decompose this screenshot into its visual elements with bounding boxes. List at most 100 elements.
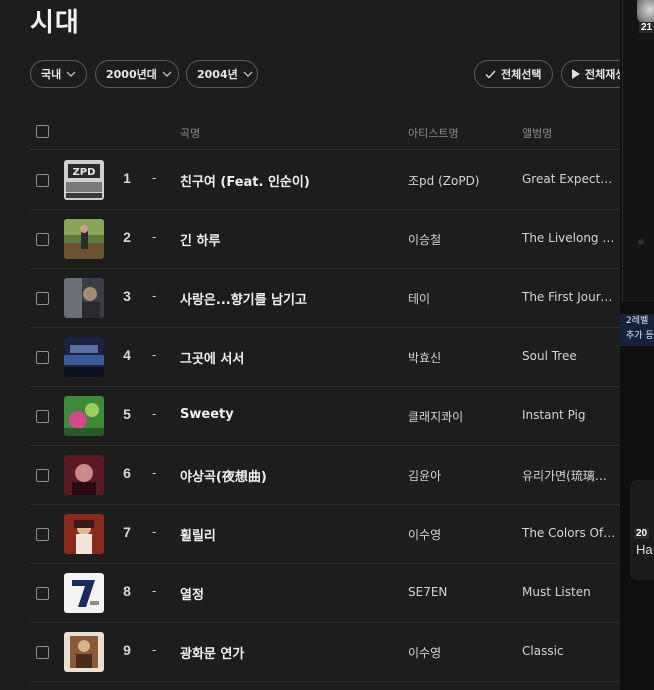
album-name[interactable]: Classic: [522, 644, 616, 658]
row-checkbox[interactable]: [36, 646, 49, 659]
artist-name[interactable]: SE7EN: [408, 585, 518, 599]
album-name[interactable]: Great Expectations: [522, 172, 616, 186]
rank-change: -: [152, 524, 157, 539]
album-name[interactable]: Soul Tree: [522, 349, 616, 363]
table-row[interactable]: 7 - 휠릴리 이수영 The Colors Of Life: [30, 505, 620, 564]
chevron-down-icon: [162, 71, 172, 77]
artist-name[interactable]: 박효신: [408, 349, 518, 366]
play-all-label: 전체재생: [585, 68, 620, 81]
row-checkbox[interactable]: [36, 233, 49, 246]
album-cover[interactable]: [64, 455, 104, 495]
level-badge: 21: [639, 22, 654, 33]
artist-name[interactable]: 테이: [408, 290, 518, 307]
album-name[interactable]: Instant Pig: [522, 408, 616, 422]
table-row[interactable]: ZPD 1 - 친구여 (Feat. 인순이) 조pd (ZoPD) Great…: [30, 151, 620, 210]
row-checkbox[interactable]: [36, 469, 49, 482]
promo-banner[interactable]: 2레벨 추가 등: [620, 314, 654, 346]
song-title[interactable]: 광화문 연가: [180, 643, 400, 662]
select-all-button[interactable]: 전체선택: [474, 60, 553, 88]
side-card-top[interactable]: 21: [622, 0, 654, 302]
artist-name[interactable]: 이수영: [408, 526, 518, 543]
rank-change: -: [152, 288, 157, 303]
album-name[interactable]: Must Listen: [522, 585, 616, 599]
rank-number: 6: [123, 465, 131, 481]
header-song: 곡명: [180, 127, 201, 140]
year-filter-label: 2004년: [197, 68, 238, 81]
artist-name[interactable]: 클래지콰이: [408, 408, 518, 425]
rank-change: -: [152, 170, 157, 185]
artist-name[interactable]: 김윤아: [408, 467, 518, 484]
song-title[interactable]: 야상곡(夜想曲): [180, 466, 400, 485]
table-row[interactable]: 4 - 그곳에 서서 박효신 Soul Tree: [30, 328, 620, 387]
album-name[interactable]: 유리가면(琉璃假面): [522, 467, 616, 484]
rank-change: -: [152, 583, 157, 598]
row-checkbox[interactable]: [36, 292, 49, 305]
song-title[interactable]: 휠릴리: [180, 525, 400, 544]
avatar: [637, 0, 654, 24]
row-checkbox[interactable]: [36, 351, 49, 364]
album-cover[interactable]: [64, 278, 104, 318]
table-row[interactable]: 3 - 사랑은...향기를 남기고 테이 The First Journey: [30, 269, 620, 328]
table-header: 곡명 아티스트명 앨범명: [30, 116, 620, 150]
chevron-down-icon: [66, 71, 76, 77]
rank-number: 8: [123, 583, 131, 599]
album-cover[interactable]: [64, 573, 104, 613]
region-filter[interactable]: 국내: [30, 60, 87, 88]
header-album: 앨범명: [522, 127, 553, 140]
filter-bar: 국내 2000년대 2004년 전체선택 전체재: [30, 60, 620, 88]
table-row[interactable]: 2 - 긴 하루 이승철 The Livelong Day: [30, 210, 620, 269]
table-row[interactable]: 6 - 야상곡(夜想曲) 김윤아 유리가면(琉璃假面): [30, 446, 620, 505]
rank-change: -: [152, 229, 157, 244]
chart-main: 시대 국내 2000년대 2004년 전체선택 전체재 곡명 아티스트명 앨범명…: [0, 0, 620, 690]
rank-number: 3: [123, 288, 131, 304]
table-row[interactable]: 8 - 열정 SE7EN Must Listen: [30, 564, 620, 623]
album-cover[interactable]: [64, 219, 104, 259]
user-name: Ha: [636, 542, 653, 557]
check-icon: [485, 70, 496, 79]
artist-name[interactable]: 이승철: [408, 231, 518, 248]
song-title[interactable]: 사랑은...향기를 남기고: [180, 289, 400, 308]
album-cover[interactable]: ZPD: [64, 160, 104, 200]
promo-line-2: 추가 등: [626, 331, 654, 341]
artist-name[interactable]: 이수영: [408, 644, 518, 661]
carousel-dot[interactable]: [638, 239, 644, 245]
play-all-button[interactable]: 전체재생: [561, 60, 620, 88]
region-filter-label: 국내: [41, 68, 62, 81]
rank-change: -: [152, 642, 157, 657]
album-name[interactable]: The First Journey: [522, 290, 616, 304]
page-title: 시대: [30, 8, 80, 38]
album-cover[interactable]: [64, 396, 104, 436]
album-name[interactable]: The Livelong Day: [522, 231, 616, 245]
table-row[interactable]: 9 - 광화문 연가 이수영 Classic: [30, 623, 620, 682]
table-row[interactable]: 5 - Sweety 클래지콰이 Instant Pig: [30, 387, 620, 446]
side-card-bottom[interactable]: 20 Ha: [630, 480, 654, 580]
row-checkbox[interactable]: [36, 587, 49, 600]
rank-change: -: [152, 347, 157, 362]
row-checkbox[interactable]: [36, 410, 49, 423]
rank-change: -: [152, 465, 157, 480]
song-title[interactable]: 친구여 (Feat. 인순이): [180, 171, 400, 190]
rank-change: -: [152, 406, 157, 421]
year-filter[interactable]: 2004년: [186, 60, 258, 88]
row-checkbox[interactable]: [36, 528, 49, 541]
rank-number: 2: [123, 229, 131, 245]
artist-name[interactable]: 조pd (ZoPD): [408, 172, 518, 189]
song-title[interactable]: 그곳에 서서: [180, 348, 400, 367]
promo-line-1: 2레벨: [626, 316, 649, 326]
rank-number: 9: [123, 642, 131, 658]
album-cover[interactable]: [64, 632, 104, 672]
song-title[interactable]: 열정: [180, 584, 400, 603]
song-title[interactable]: 긴 하루: [180, 230, 400, 249]
album-name[interactable]: The Colors Of Life: [522, 526, 616, 540]
select-all-checkbox[interactable]: [36, 125, 49, 138]
album-cover[interactable]: [64, 514, 104, 554]
select-all-label: 전체선택: [501, 68, 542, 81]
song-title[interactable]: Sweety: [180, 407, 400, 422]
row-checkbox[interactable]: [36, 174, 49, 187]
rank-number: 4: [123, 347, 131, 363]
decade-filter[interactable]: 2000년대: [95, 60, 179, 88]
svg-text:ZPD: ZPD: [73, 167, 96, 178]
album-cover[interactable]: [64, 337, 104, 377]
decade-filter-label: 2000년대: [106, 68, 157, 81]
rank-number: 7: [123, 524, 131, 540]
